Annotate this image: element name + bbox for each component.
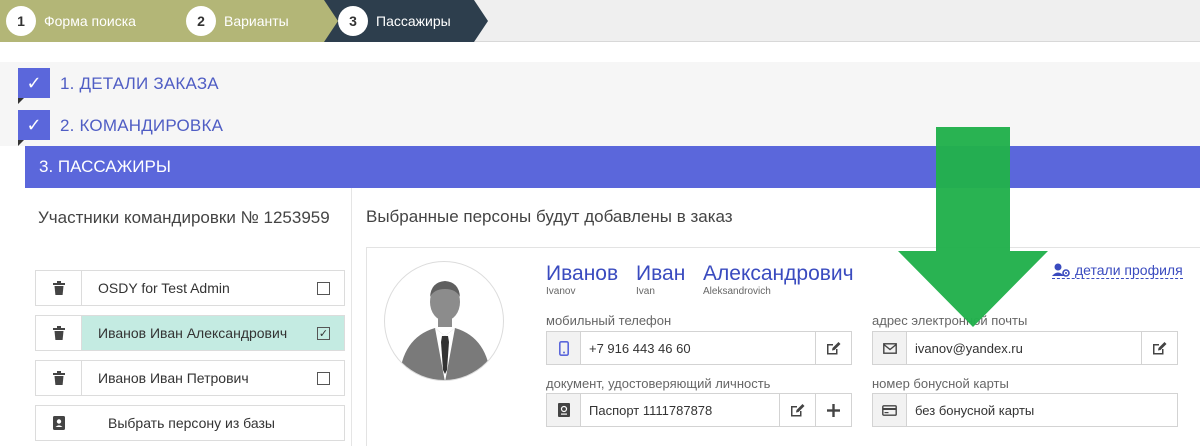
- email-value: ivanov@yandex.ru: [915, 340, 1023, 356]
- step-number: 1: [6, 6, 36, 36]
- check-icon: ✓: [18, 68, 50, 98]
- mobile-field[interactable]: +7 916 443 46 60: [546, 331, 852, 365]
- plus-icon[interactable]: [815, 394, 851, 426]
- step-number: 2: [186, 6, 216, 36]
- document-label: документ, удостоверяющий личность: [546, 376, 771, 391]
- pick-from-db-label: Выбрать персону из базы: [108, 415, 275, 431]
- participant-name-cell[interactable]: Иванов Иван Петрович: [82, 361, 344, 395]
- avatar: [384, 261, 504, 381]
- step-number: 3: [338, 6, 368, 36]
- wizard-bar: 1 Форма поиска 2 Варианты 3 Пассажиры: [0, 0, 1200, 42]
- participant-name: Иванов Иван Петрович: [98, 370, 249, 386]
- trash-icon[interactable]: [36, 271, 82, 305]
- first-name: Иван: [636, 262, 686, 285]
- mobile-label: мобильный телефон: [546, 313, 672, 328]
- edit-icon[interactable]: [1141, 332, 1177, 364]
- wizard-step-variants[interactable]: 2 Варианты: [160, 0, 338, 42]
- participant-name-cell[interactable]: Иванов Иван Александрович ✓: [82, 316, 344, 350]
- first-name-latin: Ivan: [636, 286, 655, 297]
- phone-icon: [547, 332, 581, 364]
- trash-icon[interactable]: [36, 316, 82, 350]
- participant-row[interactable]: Иванов Иван Петрович: [35, 360, 345, 396]
- step-label: Пассажиры: [376, 13, 451, 29]
- bonus-field[interactable]: без бонусной карты: [872, 393, 1178, 427]
- accordion-title: 2. КОМАНДИРОВКА: [60, 116, 224, 135]
- trash-icon[interactable]: [36, 361, 82, 395]
- participant-name: OSDY for Test Admin: [98, 280, 230, 296]
- credit-card-icon: [873, 394, 907, 426]
- wizard-step-search-form[interactable]: 1 Форма поиска: [0, 0, 176, 42]
- accordion-order-details[interactable]: ✓ 1. ДЕТАЛИ ЗАКАЗА: [0, 62, 1200, 104]
- pick-from-db-button[interactable]: Выбрать персону из базы: [35, 405, 345, 441]
- bonus-value: без бонусной карты: [915, 402, 1035, 418]
- middle-name-latin: Aleksandrovich: [703, 286, 771, 297]
- participant-checkbox-checked[interactable]: ✓: [317, 326, 330, 340]
- selected-persons-title: Выбранные персоны будут добавлены в зака…: [366, 207, 733, 226]
- contact-card-icon: [36, 406, 82, 440]
- step-label: Форма поиска: [44, 13, 136, 29]
- accordion-title: 1. ДЕТАЛИ ЗАКАЗА: [60, 74, 219, 93]
- participants-title: Участники командировки № 1253959: [38, 208, 330, 227]
- document-value: Паспорт 1111787878: [589, 402, 713, 418]
- participant-row[interactable]: Иванов Иван Александрович ✓: [35, 315, 345, 351]
- step-label: Варианты: [224, 13, 289, 29]
- participant-name: Иванов Иван Александрович: [98, 325, 288, 341]
- participant-checkbox[interactable]: [317, 371, 330, 385]
- middle-name: Александрович: [703, 262, 854, 285]
- participants-panel: Участники командировки № 1253959 OSDY fo…: [25, 188, 352, 446]
- profile-link-label: детали профиля: [1075, 262, 1183, 278]
- mobile-value: +7 916 443 46 60: [589, 340, 691, 356]
- envelope-icon: [873, 332, 907, 364]
- passport-icon: [547, 394, 581, 426]
- wizard-step-passengers[interactable]: 3 Пассажиры: [320, 0, 488, 42]
- document-field[interactable]: Паспорт 1111787878: [546, 393, 852, 427]
- last-name-latin: Ivanov: [546, 286, 576, 297]
- down-arrow-annotation: [898, 127, 1048, 332]
- participant-name-cell[interactable]: OSDY for Test Admin: [82, 271, 344, 305]
- bonus-label: номер бонусной карты: [872, 376, 1009, 391]
- user-settings-icon: [1052, 263, 1070, 277]
- email-field[interactable]: ivanov@yandex.ru: [872, 331, 1178, 365]
- participant-checkbox[interactable]: [317, 281, 330, 295]
- edit-icon[interactable]: [815, 332, 851, 364]
- participant-row[interactable]: OSDY for Test Admin: [35, 270, 345, 306]
- section-title: 3. ПАССАЖИРЫ: [39, 157, 171, 176]
- profile-details-link[interactable]: детали профиля: [1052, 262, 1183, 279]
- edit-icon[interactable]: [779, 394, 815, 426]
- last-name: Иванов: [546, 262, 619, 285]
- corner-marker: [18, 140, 24, 146]
- check-icon: ✓: [18, 110, 50, 140]
